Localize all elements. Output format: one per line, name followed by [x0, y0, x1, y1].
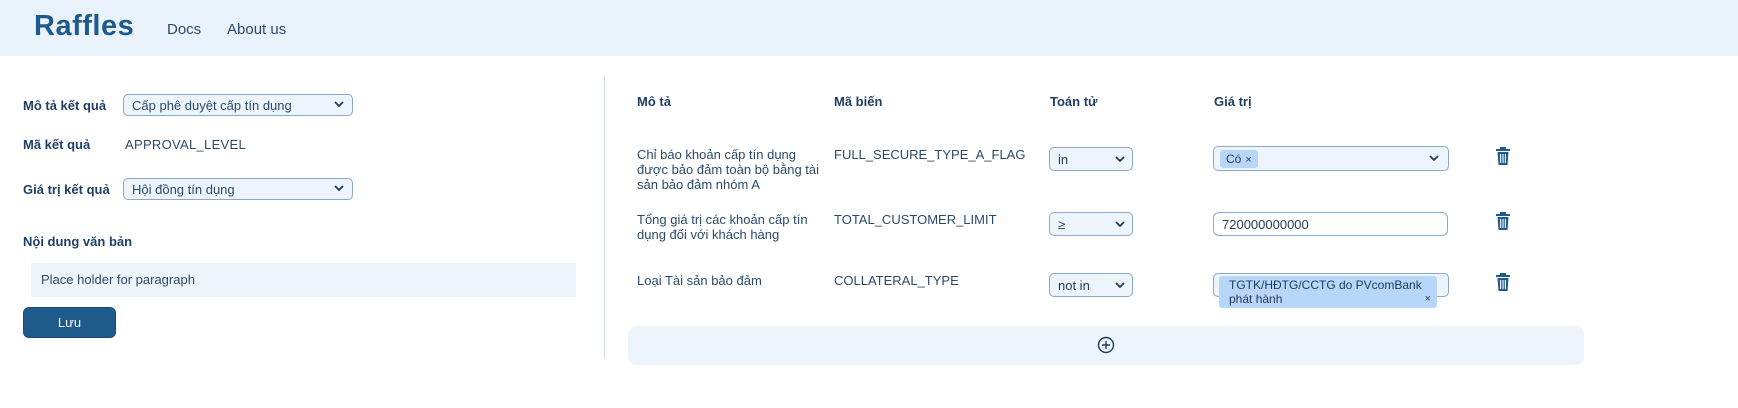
- header-desc: Mô tả: [637, 94, 671, 109]
- value-chip: Có ×: [1220, 150, 1258, 168]
- chevron-down-icon: [1115, 221, 1125, 228]
- result-value-label: Giá trị kết quả: [23, 182, 110, 197]
- row2-trash-icon[interactable]: [1495, 212, 1511, 230]
- nav-link-about-us[interactable]: About us: [227, 21, 286, 38]
- result-code-value: APPROVAL_LEVEL: [125, 137, 247, 152]
- navbar: Raffles Docs About us: [0, 0, 1738, 56]
- header-val: Giá trị: [1214, 94, 1252, 109]
- row2-operator-value: ≥: [1058, 217, 1066, 232]
- add-condition-button[interactable]: [628, 326, 1584, 365]
- row3-trash-icon[interactable]: [1495, 273, 1511, 291]
- row3-operator-value: not in: [1058, 278, 1090, 293]
- chevron-down-icon: [334, 101, 344, 108]
- result-value-value: Hội đồng tín dụng: [132, 182, 235, 197]
- value-chip: TGTK/HĐTG/CCTG do PVcomBank phát hành ×: [1219, 276, 1437, 308]
- result-desc-select[interactable]: Cấp phê duyệt cấp tín dụng: [123, 94, 353, 116]
- paragraph-editor[interactable]: Place holder for paragraph: [31, 263, 576, 297]
- nav-link-docs[interactable]: Docs: [167, 21, 201, 38]
- row2-var: TOTAL_CUSTOMER_LIMIT: [834, 212, 997, 227]
- brand-logo[interactable]: Raffles: [34, 10, 134, 43]
- chevron-down-icon: [1115, 156, 1125, 163]
- row2-value-input[interactable]: 720000000000: [1213, 212, 1448, 236]
- chevron-down-icon: [1115, 282, 1125, 289]
- chip-label: TGTK/HĐTG/CCTG do PVcomBank phát hành: [1229, 278, 1422, 306]
- result-value-select[interactable]: Hội đồng tín dụng: [123, 178, 353, 200]
- row2-desc: Tổng giá trị các khoản cấp tín dụng đối …: [637, 212, 808, 242]
- result-desc-value: Cấp phê duyệt cấp tín dụng: [132, 98, 292, 113]
- chevron-down-icon: [334, 185, 344, 192]
- row2-operator-select[interactable]: ≥: [1049, 212, 1133, 236]
- chevron-down-icon[interactable]: [1428, 152, 1440, 164]
- content-label: Nội dung văn bản: [23, 234, 133, 249]
- row1-operator-value: in: [1058, 152, 1069, 167]
- row3-value-multiselect[interactable]: TGTK/HĐTG/CCTG do PVcomBank phát hành ×: [1213, 273, 1449, 308]
- plus-circle-icon: [1097, 336, 1115, 354]
- row3-operator-select[interactable]: not in: [1049, 273, 1133, 297]
- save-button[interactable]: Lưu: [23, 307, 116, 338]
- row1-var: FULL_SECURE_TYPE_A_FLAG: [834, 147, 1026, 162]
- row1-operator-select[interactable]: in: [1049, 147, 1133, 171]
- chip-remove-icon[interactable]: ×: [1245, 154, 1251, 166]
- row3-desc: Loại Tài sản bảo đảm: [637, 273, 762, 288]
- row1-value-multiselect[interactable]: Có ×: [1213, 146, 1449, 171]
- row3-var: COLLATERAL_TYPE: [834, 273, 959, 288]
- result-code-label: Mã kết quả: [23, 137, 91, 152]
- row1-desc: Chỉ báo khoản cấp tín dụng được bảo đảm …: [637, 147, 820, 192]
- chip-label: Có: [1226, 152, 1242, 166]
- chip-remove-icon[interactable]: ×: [1425, 292, 1431, 306]
- row1-trash-icon[interactable]: [1495, 147, 1511, 165]
- panel-divider: [604, 76, 605, 358]
- result-desc-label: Mô tả kết quả: [23, 98, 107, 113]
- header-var: Mã biến: [834, 94, 883, 109]
- header-op: Toán tử: [1050, 94, 1098, 109]
